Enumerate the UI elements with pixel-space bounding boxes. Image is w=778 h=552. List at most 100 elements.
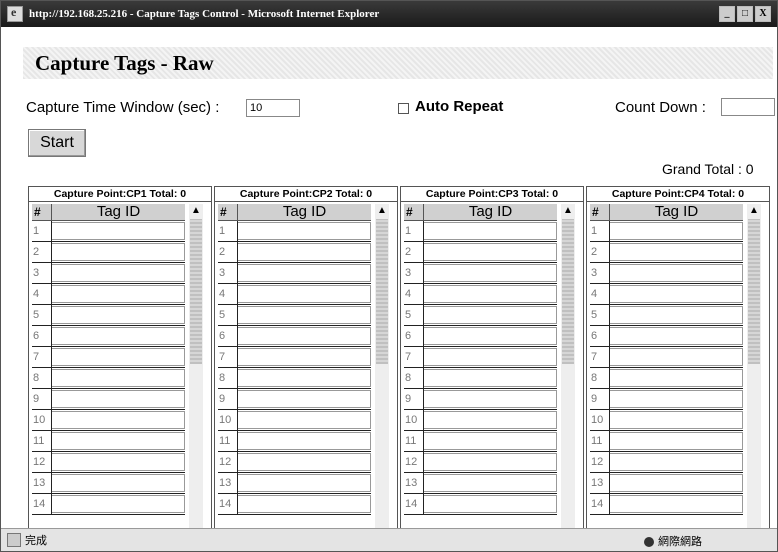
tag-id-cell[interactable] — [52, 264, 185, 282]
vertical-scrollbar[interactable]: ▲ — [375, 204, 389, 529]
close-button[interactable]: X — [755, 6, 771, 22]
tag-id-cell[interactable] — [238, 411, 371, 429]
row-number: 10 — [404, 410, 424, 430]
scroll-thumb[interactable] — [748, 219, 760, 364]
tag-id-cell[interactable] — [238, 369, 371, 387]
tag-id-cell[interactable] — [52, 411, 185, 429]
tag-id-cell[interactable] — [424, 432, 557, 450]
tag-id-cell[interactable] — [424, 495, 557, 513]
tag-id-cell[interactable] — [52, 453, 185, 471]
tag-id-cell[interactable] — [52, 390, 185, 408]
tag-id-cell[interactable] — [52, 285, 185, 303]
scroll-up-arrow-icon[interactable]: ▲ — [561, 204, 575, 218]
row-number: 13 — [404, 473, 424, 493]
tag-id-cell[interactable] — [610, 369, 743, 387]
count-down-label: Count Down : — [615, 99, 706, 116]
tag-id-cell[interactable] — [610, 474, 743, 492]
tag-id-cell[interactable] — [424, 243, 557, 261]
vertical-scrollbar[interactable]: ▲ — [189, 204, 203, 529]
tag-id-cell[interactable] — [610, 432, 743, 450]
tag-id-cell[interactable] — [52, 243, 185, 261]
tag-id-cell[interactable] — [52, 222, 185, 240]
scroll-thumb[interactable] — [562, 219, 574, 364]
tag-id-cell[interactable] — [52, 306, 185, 324]
tag-id-cell[interactable] — [238, 285, 371, 303]
scroll-thumb[interactable] — [376, 219, 388, 364]
tag-id-cell[interactable] — [424, 369, 557, 387]
tag-id-cell[interactable] — [610, 453, 743, 471]
scroll-thumb[interactable] — [190, 219, 202, 364]
zone-label: 網際網路 — [658, 536, 702, 548]
table-row: 14 — [590, 494, 743, 515]
window-title: http://192.168.25.216 - Capture Tags Con… — [29, 8, 380, 20]
tag-id-cell[interactable] — [238, 327, 371, 345]
capture-window-input[interactable]: 10 — [246, 99, 300, 117]
scroll-up-arrow-icon[interactable]: ▲ — [189, 204, 203, 218]
tag-id-cell[interactable] — [52, 369, 185, 387]
tag-id-cell[interactable] — [238, 264, 371, 282]
row-number: 1 — [32, 221, 52, 241]
tag-id-cell[interactable] — [424, 327, 557, 345]
tag-id-cell[interactable] — [610, 243, 743, 261]
tag-id-cell[interactable] — [238, 495, 371, 513]
table-row: 2 — [218, 242, 371, 263]
count-down-input[interactable] — [721, 98, 775, 116]
vertical-scrollbar[interactable]: ▲ — [561, 204, 575, 529]
tag-id-cell[interactable] — [424, 348, 557, 366]
table-row: 5 — [32, 305, 185, 326]
tag-id-cell[interactable] — [424, 411, 557, 429]
tag-id-cell[interactable] — [238, 474, 371, 492]
tag-id-cell[interactable] — [610, 495, 743, 513]
row-number: 14 — [404, 494, 424, 514]
row-number: 2 — [404, 242, 424, 262]
tag-id-cell[interactable] — [424, 390, 557, 408]
auto-repeat-checkbox[interactable] — [398, 103, 409, 114]
tag-id-cell[interactable] — [52, 432, 185, 450]
tag-id-cell[interactable] — [238, 243, 371, 261]
start-button[interactable]: Start — [28, 129, 86, 157]
minimize-button[interactable]: _ — [719, 6, 735, 22]
scroll-up-arrow-icon[interactable]: ▲ — [747, 204, 761, 218]
tag-id-cell[interactable] — [610, 306, 743, 324]
tag-id-cell[interactable] — [424, 264, 557, 282]
tag-table: # Tag ID 1 2 3 4 5 6 7 8 9 10 11 12 13 14 — [590, 204, 743, 515]
table-row: 13 — [218, 473, 371, 494]
tag-id-cell[interactable] — [610, 327, 743, 345]
tag-id-cell[interactable] — [238, 432, 371, 450]
tag-id-cell[interactable] — [610, 411, 743, 429]
tag-id-cell[interactable] — [424, 285, 557, 303]
row-number: 4 — [218, 284, 238, 304]
grand-total: Grand Total : 0 — [662, 161, 754, 177]
table-row: 9 — [218, 389, 371, 410]
table-row: 8 — [32, 368, 185, 389]
tag-id-cell[interactable] — [238, 390, 371, 408]
table-row: 10 — [32, 410, 185, 431]
tag-id-cell[interactable] — [52, 348, 185, 366]
tag-id-cell[interactable] — [610, 222, 743, 240]
row-number: 4 — [404, 284, 424, 304]
tag-id-cell[interactable] — [424, 222, 557, 240]
tag-id-cell[interactable] — [424, 306, 557, 324]
row-number: 1 — [404, 221, 424, 241]
tag-id-cell[interactable] — [610, 264, 743, 282]
tag-id-cell[interactable] — [424, 453, 557, 471]
row-number: 12 — [404, 452, 424, 472]
panel-title: Capture Point:CP1 Total: 0 — [29, 187, 211, 202]
tag-id-cell[interactable] — [52, 495, 185, 513]
table-row: 1 — [590, 221, 743, 242]
tag-id-cell[interactable] — [424, 474, 557, 492]
table-row: 2 — [404, 242, 557, 263]
tag-id-cell[interactable] — [610, 348, 743, 366]
scroll-up-arrow-icon[interactable]: ▲ — [375, 204, 389, 218]
tag-id-cell[interactable] — [238, 306, 371, 324]
tag-id-cell[interactable] — [610, 390, 743, 408]
row-number: 9 — [404, 389, 424, 409]
tag-id-cell[interactable] — [238, 348, 371, 366]
maximize-button[interactable]: □ — [737, 6, 753, 22]
tag-id-cell[interactable] — [238, 453, 371, 471]
vertical-scrollbar[interactable]: ▲ — [747, 204, 761, 529]
tag-id-cell[interactable] — [238, 222, 371, 240]
tag-id-cell[interactable] — [610, 285, 743, 303]
tag-id-cell[interactable] — [52, 474, 185, 492]
tag-id-cell[interactable] — [52, 327, 185, 345]
